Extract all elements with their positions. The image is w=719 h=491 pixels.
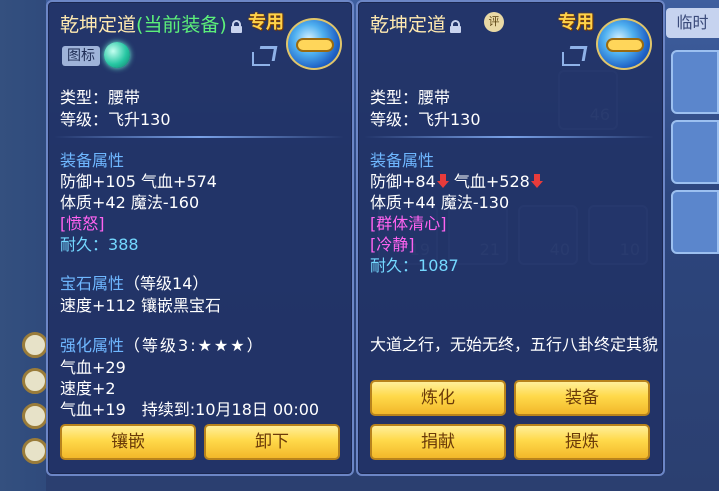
extract-button[interactable]: 提炼 bbox=[514, 424, 650, 460]
decrease-arrow-icon bbox=[530, 174, 543, 188]
share-icon[interactable] bbox=[252, 46, 276, 66]
evaluate-badge[interactable]: 评 bbox=[484, 12, 504, 32]
exclusive-badge: 专用 bbox=[558, 12, 594, 33]
donate-button[interactable]: 捐献 bbox=[370, 424, 506, 460]
enhance-line: 气血+19 持续到:10月18日 00:00 bbox=[60, 400, 320, 419]
temp-bag-tab[interactable]: 临时 bbox=[666, 8, 719, 38]
side-tab-1[interactable] bbox=[671, 50, 719, 114]
gem-line: 速度+112 镶嵌黑宝石 bbox=[60, 296, 222, 315]
icon-orb[interactable] bbox=[104, 42, 130, 68]
divider bbox=[364, 136, 654, 138]
share-icon[interactable] bbox=[562, 46, 586, 66]
enhance-heading: 强化属性（等级3:★★★） bbox=[60, 336, 265, 355]
inlay-button[interactable]: 镶嵌 bbox=[60, 424, 196, 460]
exclusive-badge: 专用 bbox=[248, 12, 284, 33]
belt-item-icon bbox=[596, 18, 652, 70]
refine-button[interactable]: 炼化 bbox=[370, 380, 506, 416]
item-title: 乾坤定道 bbox=[370, 10, 462, 37]
info-icon[interactable] bbox=[22, 403, 48, 429]
durability: 耐久：1087 bbox=[370, 256, 459, 275]
lock-icon bbox=[450, 20, 462, 33]
equipped-tag: (当前装备) bbox=[136, 14, 227, 36]
item-description: 大道之行，无始无终，五行八卦终定其貌 bbox=[370, 335, 659, 354]
icon-label: 图标 bbox=[62, 46, 100, 66]
item-level: 等级：飞升130 bbox=[370, 110, 481, 129]
item-type: 类型：腰带 bbox=[60, 88, 141, 107]
equipped-item-panel: 乾坤定道(当前装备) 专用 图标 类型：腰带 等级：飞升130 装备属性 防御+… bbox=[46, 0, 354, 476]
decrease-arrow-icon bbox=[436, 174, 449, 188]
item-level: 等级：飞升130 bbox=[60, 110, 171, 129]
heart-icon[interactable] bbox=[22, 332, 48, 358]
equip-button[interactable]: 装备 bbox=[514, 380, 650, 416]
belt-item-icon bbox=[286, 18, 342, 70]
durability: 耐久：388 bbox=[60, 235, 139, 254]
side-tab-3[interactable] bbox=[671, 190, 719, 254]
shield-icon[interactable] bbox=[22, 368, 48, 394]
side-tab-2[interactable] bbox=[671, 120, 719, 184]
item-title: 乾坤定道(当前装备) bbox=[60, 10, 242, 37]
unequip-button[interactable]: 卸下 bbox=[204, 424, 340, 460]
compare-item-panel: 乾坤定道 评 专用 类型：腰带 等级：飞升130 装备属性 防御+84 气血+5… bbox=[356, 0, 665, 476]
lock-icon bbox=[230, 20, 242, 33]
gem-heading: 宝石属性（等级14） bbox=[60, 274, 209, 293]
fire-icon[interactable] bbox=[22, 438, 48, 464]
divider bbox=[54, 136, 344, 138]
item-type: 类型：腰带 bbox=[370, 88, 451, 107]
left-hud-strip bbox=[0, 0, 48, 491]
